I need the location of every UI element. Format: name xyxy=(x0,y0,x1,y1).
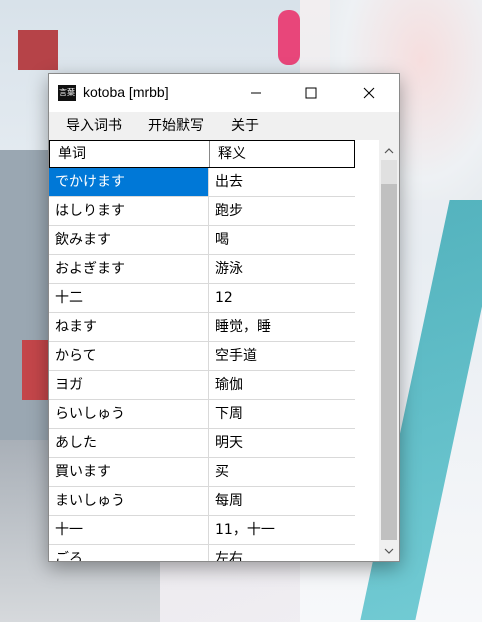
wallpaper-headphones xyxy=(278,10,300,65)
word-cell[interactable]: ごろ xyxy=(49,545,209,561)
meaning-cell[interactable]: 下周 xyxy=(209,400,355,428)
scroll-thumb[interactable] xyxy=(381,160,397,184)
scroll-down-button[interactable] xyxy=(379,542,399,560)
table-row[interactable]: はしります 跑步 xyxy=(49,197,355,226)
word-cell[interactable]: でかけます xyxy=(49,168,209,196)
word-cell[interactable]: らいしゅう xyxy=(49,400,209,428)
word-cell[interactable]: ヨガ xyxy=(49,371,209,399)
table-body: でかけます 出去 はしります 跑步 飲みます 喝 およぎます 游泳 十二 12 … xyxy=(49,168,355,561)
meaning-cell[interactable]: 每周 xyxy=(209,487,355,515)
table-row[interactable]: らいしゅう 下周 xyxy=(49,400,355,429)
minimize-icon xyxy=(251,92,261,94)
table-row[interactable]: およぎます 游泳 xyxy=(49,255,355,284)
table-row[interactable]: ヨガ 瑜伽 xyxy=(49,371,355,400)
column-header-word[interactable]: 单词 xyxy=(50,141,210,167)
word-cell[interactable]: 十一 xyxy=(49,516,209,544)
scroll-track[interactable] xyxy=(381,160,397,540)
menu-bar: 导入词书 开始默写 关于 xyxy=(49,112,399,140)
table-row[interactable]: 十一 11，十一 xyxy=(49,516,355,545)
word-cell[interactable]: はしります xyxy=(49,197,209,225)
meaning-cell[interactable]: 喝 xyxy=(209,226,355,254)
title-bar[interactable]: 言葉 kotoba [mrbb] xyxy=(49,74,399,112)
vertical-scrollbar[interactable] xyxy=(379,140,399,561)
window-title: kotoba [mrbb] xyxy=(83,84,169,100)
maximize-button[interactable] xyxy=(288,74,334,112)
minimize-button[interactable] xyxy=(233,74,279,112)
table-row[interactable]: ごろ 左右 xyxy=(49,545,355,561)
table-row[interactable]: 買います 买 xyxy=(49,458,355,487)
table-row[interactable]: 飲みます 喝 xyxy=(49,226,355,255)
meaning-cell[interactable]: 睡觉，睡 xyxy=(209,313,355,341)
meaning-cell[interactable]: 买 xyxy=(209,458,355,486)
meaning-cell[interactable]: 出去 xyxy=(209,168,355,196)
menu-import-wordbook[interactable]: 导入词书 xyxy=(58,112,130,140)
table-row[interactable]: でかけます 出去 xyxy=(49,168,355,197)
table-row[interactable]: まいしゅう 每周 xyxy=(49,487,355,516)
table-row[interactable]: からて 空手道 xyxy=(49,342,355,371)
word-table: 单词 释义 でかけます 出去 はしります 跑步 飲みます 喝 およぎます 游泳 … xyxy=(49,140,379,561)
meaning-cell[interactable]: 明天 xyxy=(209,429,355,457)
menu-start-dictation[interactable]: 开始默写 xyxy=(140,112,212,140)
word-cell[interactable]: まいしゅう xyxy=(49,487,209,515)
menu-about[interactable]: 关于 xyxy=(223,112,267,140)
meaning-cell[interactable]: 游泳 xyxy=(209,255,355,283)
chevron-down-icon xyxy=(384,548,394,554)
word-cell[interactable]: およぎます xyxy=(49,255,209,283)
meaning-cell[interactable]: 左右 xyxy=(209,545,355,561)
wallpaper-sign xyxy=(18,30,58,70)
meaning-cell[interactable]: 11，十一 xyxy=(209,516,355,544)
close-icon xyxy=(363,87,375,99)
app-icon: 言葉 xyxy=(58,85,76,101)
table-header: 单词 释义 xyxy=(49,140,355,168)
meaning-cell[interactable]: 瑜伽 xyxy=(209,371,355,399)
table-row[interactable]: あした 明天 xyxy=(49,429,355,458)
table-row[interactable]: ねます 睡觉，睡 xyxy=(49,313,355,342)
table-row[interactable]: 十二 12 xyxy=(49,284,355,313)
word-cell[interactable]: 飲みます xyxy=(49,226,209,254)
word-cell[interactable]: からて xyxy=(49,342,209,370)
meaning-cell[interactable]: 12 xyxy=(209,284,355,312)
meaning-cell[interactable]: 跑步 xyxy=(209,197,355,225)
scroll-up-button[interactable] xyxy=(379,142,399,160)
column-header-meaning[interactable]: 释义 xyxy=(210,141,355,167)
word-cell[interactable]: 十二 xyxy=(49,284,209,312)
app-window: 言葉 kotoba [mrbb] 导入词书 开始默写 关于 单词 释义 でかけま… xyxy=(48,73,400,562)
word-cell[interactable]: 買います xyxy=(49,458,209,486)
word-cell[interactable]: ねます xyxy=(49,313,209,341)
meaning-cell[interactable]: 空手道 xyxy=(209,342,355,370)
maximize-icon xyxy=(305,87,317,99)
word-cell[interactable]: あした xyxy=(49,429,209,457)
close-button[interactable] xyxy=(346,74,392,112)
chevron-up-icon xyxy=(384,148,394,154)
